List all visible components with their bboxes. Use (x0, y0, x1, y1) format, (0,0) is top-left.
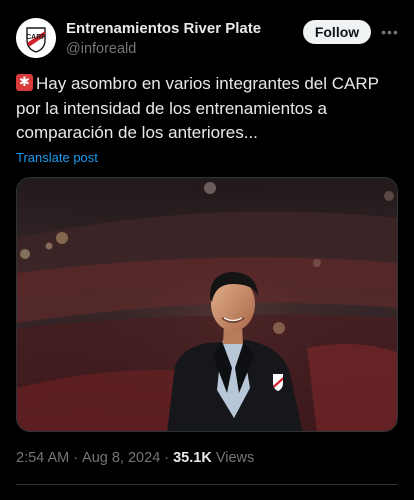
post-text: Hay asombro en varios integrantes del CA… (16, 72, 406, 146)
post-meta: 2:54 AM · Aug 8, 2024 · 35.1K Views (16, 450, 254, 466)
post-time[interactable]: 2:54 AM (16, 450, 69, 466)
views-count: 35.1K (173, 450, 212, 466)
post-date[interactable]: Aug 8, 2024 (82, 450, 160, 466)
svg-text:CARP: CARP (26, 34, 46, 41)
siren-icon (16, 73, 33, 91)
account-handle[interactable]: @inforeald (66, 41, 136, 57)
account-avatar[interactable]: CARP (16, 18, 56, 58)
post-body: Hay asombro en varios integrantes del CA… (16, 74, 379, 142)
divider (16, 484, 398, 485)
meta-separator: · (164, 450, 170, 466)
meta-separator: · (73, 450, 79, 466)
post-header: CARP Entrenamientos River Plate @inforea… (0, 0, 414, 70)
photo-coach-stadium (17, 178, 397, 431)
views-label: Views (215, 450, 255, 466)
translate-post-link[interactable]: Translate post (16, 150, 98, 165)
follow-button[interactable]: Follow (303, 20, 371, 44)
post-image[interactable] (16, 177, 398, 432)
river-plate-crest-icon: CARP (16, 18, 56, 58)
more-options-icon[interactable]: ••• (378, 20, 402, 44)
display-name[interactable]: Entrenamientos River Plate (66, 20, 261, 37)
